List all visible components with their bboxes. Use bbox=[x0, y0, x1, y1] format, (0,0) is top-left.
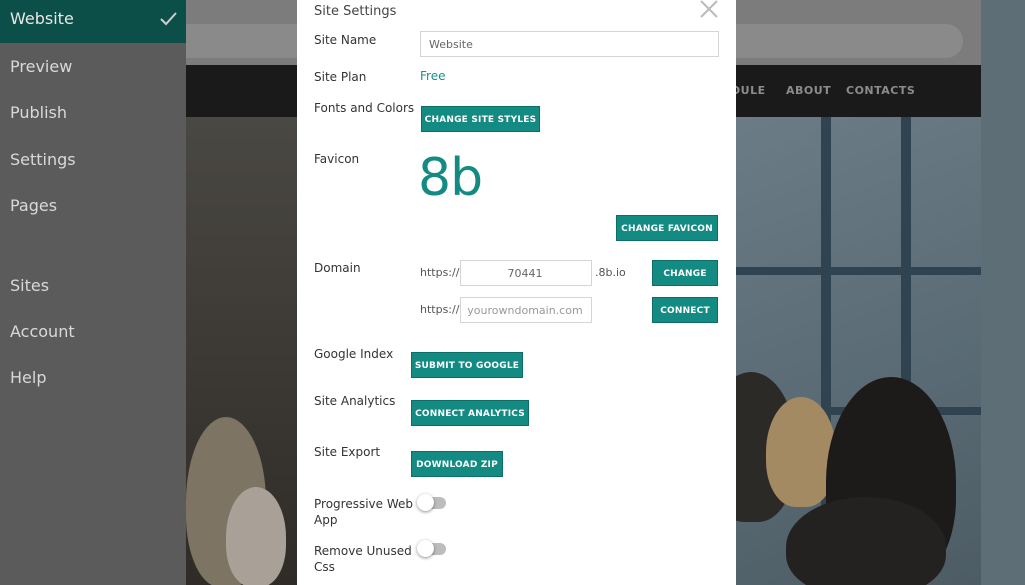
sidebar-item-label: Pages bbox=[10, 196, 58, 215]
site-plan-value: Free bbox=[420, 69, 446, 83]
site-name-input[interactable] bbox=[420, 31, 719, 57]
sidebar-item-label: Publish bbox=[10, 103, 68, 122]
toggle-knob bbox=[417, 540, 434, 557]
sidebar-item-label: Sites bbox=[10, 276, 50, 295]
toggle-knob bbox=[417, 494, 434, 511]
sidebar: Website Preview Publish Settings Pages S… bbox=[0, 0, 186, 585]
sidebar-item-label: Settings bbox=[10, 150, 76, 169]
remove-css-label: Remove Unused Css bbox=[314, 544, 412, 574]
custom-domain-input[interactable] bbox=[460, 297, 592, 323]
site-plan-label: Site Plan bbox=[314, 70, 367, 84]
sidebar-item-account[interactable]: Account bbox=[0, 312, 186, 352]
custom-domain-prefix: https:// bbox=[420, 303, 460, 316]
sidebar-item-publish[interactable]: Publish bbox=[0, 93, 186, 133]
domain-suffix: .8b.io bbox=[595, 266, 626, 279]
change-site-styles-button[interactable]: CHANGE SITE STYLES bbox=[421, 106, 540, 132]
close-icon[interactable] bbox=[698, 0, 720, 20]
site-analytics-label: Site Analytics bbox=[314, 394, 396, 408]
site-export-label: Site Export bbox=[314, 445, 381, 459]
sidebar-item-website[interactable]: Website bbox=[0, 0, 186, 43]
site-name-label: Site Name bbox=[314, 33, 377, 47]
check-icon bbox=[160, 12, 177, 26]
remove-css-toggle[interactable] bbox=[417, 540, 446, 557]
sidebar-item-settings[interactable]: Settings bbox=[0, 140, 186, 180]
modal-title: Site Settings bbox=[314, 4, 397, 19]
sidebar-item-label: Help bbox=[10, 368, 47, 387]
change-favicon-button[interactable]: CHANGE FAVICON bbox=[616, 215, 718, 241]
site-settings-modal: Site Settings Site Name Site Plan Free F… bbox=[297, 0, 736, 585]
sidebar-item-label: Website bbox=[10, 9, 74, 28]
domain-label: Domain bbox=[314, 261, 361, 275]
sidebar-item-label: Preview bbox=[10, 57, 73, 76]
download-zip-button[interactable]: DOWNLOAD ZIP bbox=[411, 451, 503, 477]
domain-prefix: https:// bbox=[420, 266, 460, 279]
nav-link-about: ABOUT bbox=[786, 84, 832, 97]
nav-link-contacts: CONTACTS bbox=[846, 84, 916, 97]
sidebar-item-help[interactable]: Help bbox=[0, 358, 186, 398]
change-domain-button[interactable]: CHANGE bbox=[652, 260, 718, 286]
connect-domain-button[interactable]: CONNECT bbox=[652, 297, 718, 323]
subdomain-input[interactable] bbox=[460, 260, 592, 286]
sidebar-item-pages[interactable]: Pages bbox=[0, 186, 186, 226]
nav-link-schedule: DULE bbox=[731, 84, 766, 97]
sidebar-item-preview[interactable]: Preview bbox=[0, 47, 186, 87]
submit-to-google-button[interactable]: SUBMIT TO GOOGLE bbox=[411, 352, 523, 378]
pwa-toggle[interactable] bbox=[417, 494, 446, 511]
pwa-label: Progressive Web App bbox=[314, 497, 414, 527]
connect-analytics-button[interactable]: CONNECT ANALYTICS bbox=[411, 400, 529, 426]
favicon-preview: 8b bbox=[418, 148, 483, 208]
sidebar-item-label: Account bbox=[10, 322, 75, 341]
google-index-label: Google Index bbox=[314, 347, 394, 361]
favicon-label: Favicon bbox=[314, 152, 360, 166]
sidebar-item-sites[interactable]: Sites bbox=[0, 266, 186, 306]
fonts-colors-label: Fonts and Colors bbox=[314, 101, 415, 115]
